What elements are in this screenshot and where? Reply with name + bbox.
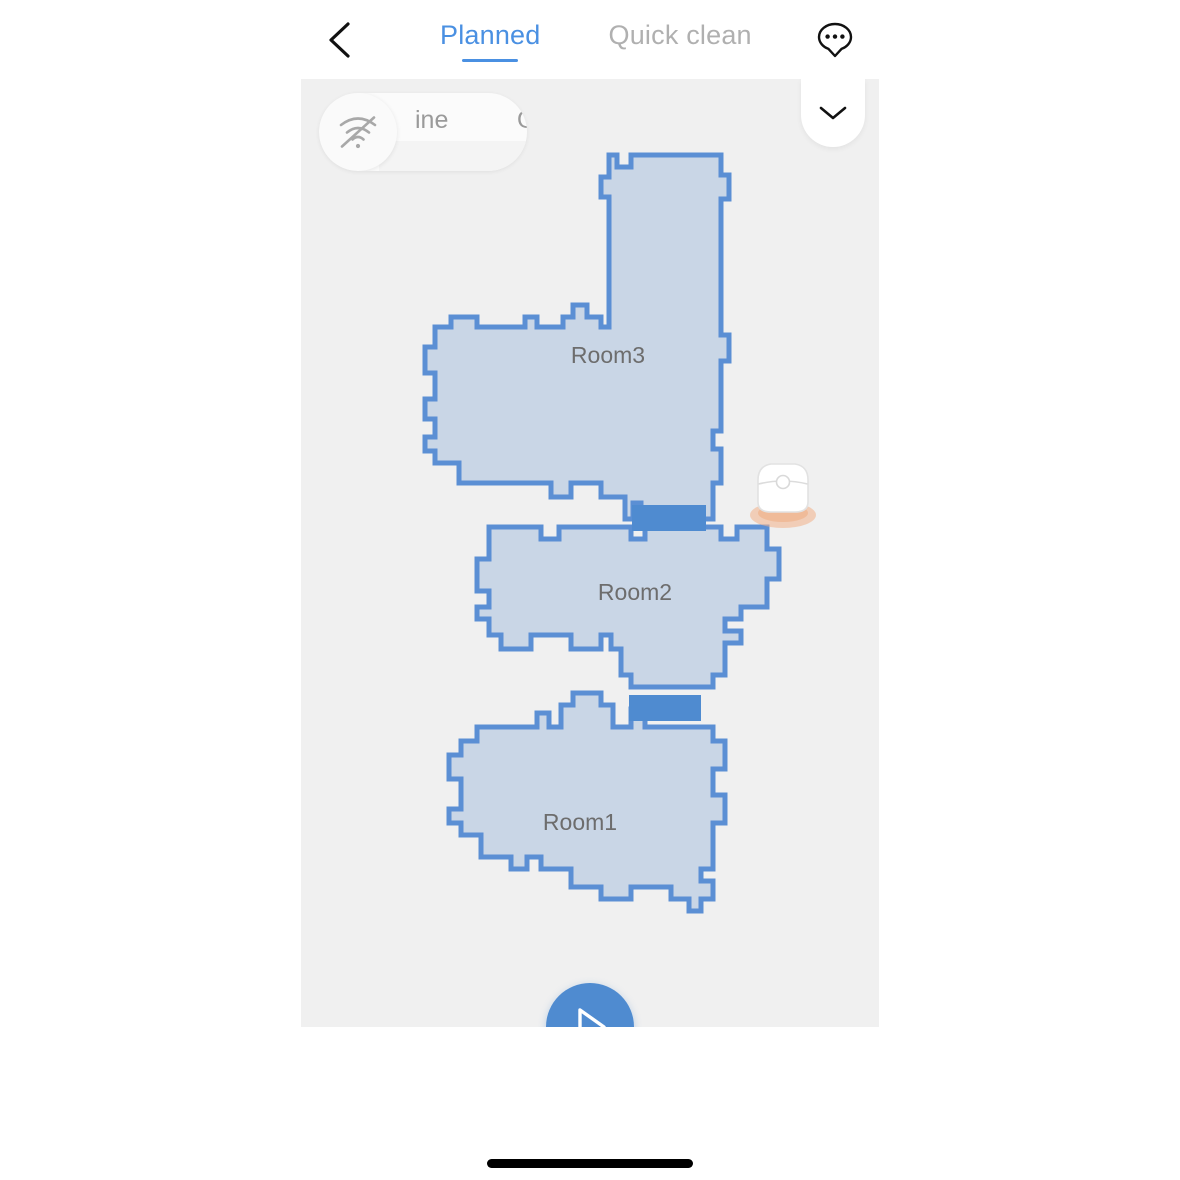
room-polygons	[422, 152, 782, 914]
tab-quick-clean[interactable]: Quick clean	[609, 20, 752, 62]
wifi-status-badge	[319, 93, 397, 171]
bottom-navigation: Map Device	[0, 1027, 1180, 1180]
status-text-clip: ine O	[401, 106, 527, 140]
room2-shape	[474, 524, 782, 690]
app-root: Planned Quick clean Room3 Room2 Room1 in…	[0, 0, 1180, 1180]
room3-label: Room3	[571, 342, 645, 368]
tab-bar: Planned Quick clean	[440, 20, 752, 62]
tab-planned-label: Planned	[440, 20, 541, 50]
speech-bubble-dots-icon	[817, 22, 853, 58]
room3-shape	[422, 152, 732, 522]
robot-marker[interactable]	[745, 452, 821, 532]
home-indicator	[487, 1159, 693, 1168]
floorplan-map: Room3 Room2 Room1	[422, 152, 782, 914]
header: Planned Quick clean	[0, 0, 1180, 79]
status-text-fragment-a: ine	[415, 106, 449, 134]
room2-label: Room2	[598, 579, 672, 605]
room1-label: Room1	[543, 809, 617, 835]
status-pill-offline[interactable]: ine O	[319, 93, 527, 171]
pill-sheen	[379, 141, 527, 171]
doorway-room3-room2	[632, 505, 706, 531]
map-canvas[interactable]: Room3 Room2 Room1 ine O	[301, 79, 879, 1027]
doorway-room2-room1	[629, 695, 701, 721]
back-button[interactable]	[318, 18, 362, 62]
robot-vacuum-icon	[750, 463, 816, 528]
collapse-panel-button[interactable]	[801, 79, 865, 147]
room1-shape	[446, 690, 728, 914]
tab-quick-clean-label: Quick clean	[608, 20, 752, 50]
chevron-down-icon	[819, 106, 847, 120]
status-text-fragment-b: O	[517, 106, 527, 134]
chevron-left-icon	[329, 22, 350, 58]
tab-planned[interactable]: Planned	[440, 20, 541, 62]
menu-button[interactable]	[812, 16, 858, 62]
wifi-off-icon	[339, 116, 377, 149]
